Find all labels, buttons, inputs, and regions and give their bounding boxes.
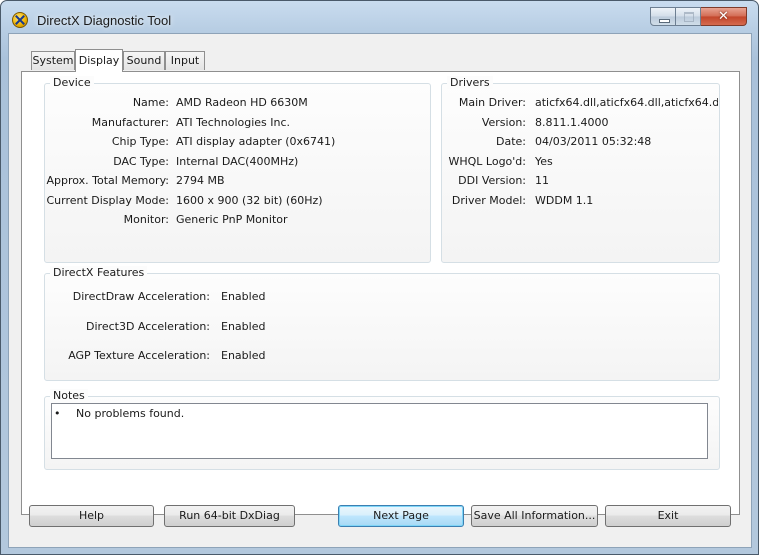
tab-input[interactable]: Input: [165, 51, 205, 70]
total-memory-label: Approx. Total Memory:: [46, 174, 170, 187]
ddi-version-value: 11: [535, 174, 549, 187]
device-name-label: Name:: [132, 96, 169, 109]
display-mode-label: Current Display Mode:: [46, 194, 169, 207]
manufacturer-label: Manufacturer:: [91, 116, 169, 129]
driver-model-label: Driver Model:: [451, 194, 526, 207]
save-all-information-button[interactable]: Save All Information...: [471, 505, 598, 527]
dac-type-value: Internal DAC(400MHz): [176, 155, 299, 168]
manufacturer-value: ATI Technologies Inc.: [176, 116, 291, 129]
help-button[interactable]: Help: [29, 505, 154, 527]
features-group-title: DirectX Features: [50, 266, 148, 279]
minimize-button[interactable]: [650, 7, 676, 26]
driver-date-label: Date:: [496, 135, 526, 148]
run-64bit-dxdiag-button[interactable]: Run 64-bit DxDiag: [164, 505, 295, 527]
notes-item: No problems found.: [76, 407, 185, 420]
device-group-title: Device: [50, 76, 94, 89]
driver-model-value: WDDM 1.1: [535, 194, 594, 207]
close-button[interactable]: ✕: [701, 7, 747, 26]
notes-textbox[interactable]: • No problems found.: [51, 403, 708, 459]
ddi-version-label: DDI Version:: [458, 174, 526, 187]
display-mode-value: 1600 x 900 (32 bit) (60Hz): [176, 194, 323, 207]
tab-system[interactable]: System: [31, 51, 75, 70]
notes-group: Notes • No problems found.: [44, 389, 720, 470]
tab-display[interactable]: Display: [75, 49, 123, 72]
chip-type-value: ATI display adapter (0x6741): [176, 135, 336, 148]
driver-version-value: 8.811.1.4000: [535, 116, 609, 129]
whql-value: Yes: [535, 155, 553, 168]
dac-type-label: DAC Type:: [113, 155, 169, 168]
directx-icon[interactable]: [12, 12, 28, 28]
direct3d-value: Enabled: [221, 320, 266, 333]
monitor-label: Monitor:: [123, 213, 169, 226]
chip-type-label: Chip Type:: [111, 135, 169, 148]
caption-buttons: ✕: [650, 7, 747, 26]
monitor-value: Generic PnP Monitor: [176, 213, 288, 226]
dxdiag-window: DirectX Diagnostic Tool ✕ System Display…: [0, 0, 759, 555]
direct3d-label: Direct3D Acceleration:: [86, 320, 210, 333]
drivers-group: Drivers Main Driver: aticfx64.dll,aticfx…: [441, 76, 720, 263]
main-driver-value: aticfx64.dll,aticfx64.dll,aticfx64.dll,a: [535, 96, 718, 109]
tab-sound[interactable]: Sound: [123, 51, 165, 70]
directdraw-label: DirectDraw Acceleration:: [72, 290, 210, 303]
agp-label: AGP Texture Acceleration:: [68, 349, 210, 362]
driver-version-label: Version:: [481, 116, 526, 129]
maximize-button: [676, 7, 701, 26]
window-title: DirectX Diagnostic Tool: [37, 13, 172, 28]
directdraw-value: Enabled: [221, 290, 266, 303]
driver-date-value: 04/03/2011 05:32:48: [535, 135, 652, 148]
device-group: Device Name: AMD Radeon HD 6630M Manufac…: [44, 76, 431, 263]
directx-features-group: DirectX Features DirectDraw Acceleration…: [44, 266, 720, 381]
display-tab-page: Device Name: AMD Radeon HD 6630M Manufac…: [21, 71, 740, 515]
agp-value: Enabled: [221, 349, 266, 362]
next-page-button[interactable]: Next Page: [338, 505, 464, 527]
main-driver-label: Main Driver:: [458, 96, 526, 109]
total-memory-value: 2794 MB: [176, 174, 225, 187]
device-name-value: AMD Radeon HD 6630M: [176, 96, 308, 109]
close-icon: ✕: [718, 9, 729, 24]
notes-group-title: Notes: [50, 389, 88, 402]
client-area: System Display Sound Input Device Name: …: [8, 33, 752, 548]
notes-bullet: •: [54, 407, 61, 420]
whql-label: WHQL Logo'd:: [448, 155, 526, 168]
exit-button[interactable]: Exit: [605, 505, 731, 527]
minimize-icon: [659, 19, 670, 23]
maximize-icon: [684, 12, 694, 22]
drivers-group-title: Drivers: [447, 76, 493, 89]
